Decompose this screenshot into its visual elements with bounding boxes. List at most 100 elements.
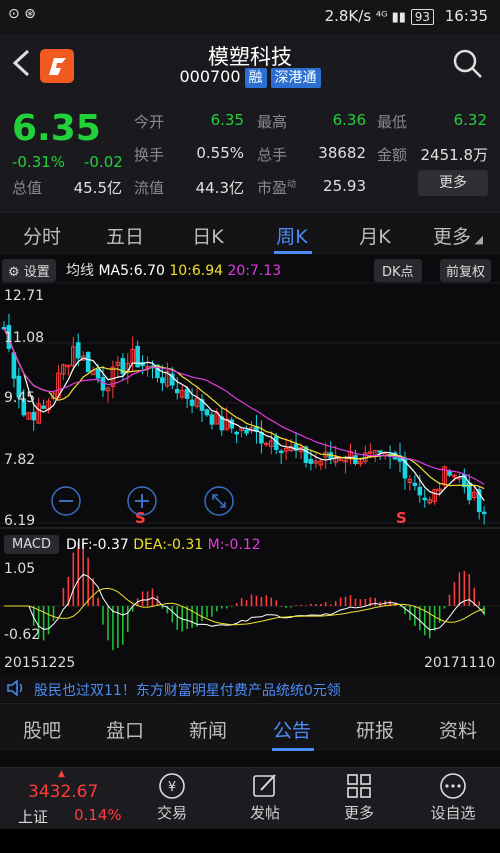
candle-body xyxy=(11,352,17,379)
pe-value: 25.93 xyxy=(323,177,366,195)
high-label: 最高 xyxy=(257,113,288,131)
y-label-3: 9.45 xyxy=(4,390,36,406)
change-pct: -0.31% xyxy=(12,153,66,171)
turnover-value: 0.55% xyxy=(196,144,244,162)
tab-announcements[interactable]: 公告 xyxy=(250,716,334,743)
up-arrow-icon: ▲ xyxy=(58,769,65,779)
chart-canvas[interactable] xyxy=(0,281,500,680)
candle-body xyxy=(95,369,101,379)
turnover-label: 换手 xyxy=(134,146,165,164)
settings-button[interactable]: ⚙ 设置 xyxy=(2,259,56,282)
tab-research[interactable]: 研报 xyxy=(333,716,417,743)
signal-icon: ⁴ᴳ ▮▮ xyxy=(375,10,406,25)
more-dots-icon xyxy=(440,773,466,799)
trade-button[interactable]: ¥ 交易 xyxy=(137,772,207,823)
tab-five-day[interactable]: 五日 xyxy=(83,222,167,249)
tab-profile[interactable]: 资料 xyxy=(416,716,500,743)
volume-label: 总手 xyxy=(257,146,288,164)
candle-body xyxy=(417,486,423,496)
change-value: -0.02 xyxy=(84,153,123,171)
candle-body xyxy=(174,388,180,394)
clock: 16:35 xyxy=(444,7,488,25)
tab-weekly-k[interactable]: 周K xyxy=(250,222,334,249)
tab-monthly-k[interactable]: 月K xyxy=(333,222,417,249)
y-label-top: 12.71 xyxy=(4,288,45,304)
candle-body xyxy=(85,351,91,373)
ma5-value: MA5:6.70 xyxy=(98,263,165,279)
macd-top-label: 1.05 xyxy=(4,561,36,577)
tab-forum[interactable]: 股吧 xyxy=(0,716,84,743)
candle-body xyxy=(100,377,106,391)
svg-text:¥: ¥ xyxy=(168,780,176,795)
ma10-value: 10:6.94 xyxy=(169,263,224,279)
info-tabs: 股吧 盘口 新闻 公告 研报 资料 xyxy=(0,703,500,751)
current-price: 6.35 xyxy=(12,108,101,149)
macd-button[interactable]: MACD xyxy=(4,535,59,554)
zoom-in-icon[interactable] xyxy=(126,485,158,521)
volume-value: 38682 xyxy=(318,144,366,162)
kline-chart: ⚙ 设置 均线 MA5:6.70 10:6.94 20:7.13 DK点 前复权… xyxy=(0,255,500,680)
open-label: 今开 xyxy=(134,113,165,131)
index-quote[interactable]: ▲ 3432.67 上证 0.14% xyxy=(0,768,122,830)
amount-value: 2451.8万 xyxy=(420,146,489,164)
index-value: 3432.67 xyxy=(28,782,99,802)
period-tabs: 分时 五日 日K 周K 月K 更多 ◢ xyxy=(0,212,500,254)
candle-body xyxy=(189,399,195,406)
gear-icon: ⚙ xyxy=(8,265,20,280)
high-value: 6.36 xyxy=(332,111,366,129)
candle-body xyxy=(259,432,264,444)
search-icon[interactable] xyxy=(452,48,484,84)
stock-code: 000700 xyxy=(179,67,241,86)
candle-body xyxy=(377,450,383,453)
fullscreen-icon[interactable] xyxy=(203,485,235,521)
open-value: 6.35 xyxy=(210,111,244,129)
candle-body xyxy=(209,414,215,425)
ticker-text[interactable]: 股民也过双11！东方财富明星付费产品统统0元领 xyxy=(34,680,341,700)
dk-point-button[interactable]: DK点 xyxy=(374,259,422,282)
ma-legend: 均线 MA5:6.70 10:6.94 20:7.13 xyxy=(66,263,282,279)
active-tab-indicator xyxy=(274,251,312,254)
ma20-value: 20:7.13 xyxy=(227,263,282,279)
dif-line xyxy=(4,573,485,631)
tab-intraday[interactable]: 分时 xyxy=(0,222,84,249)
tab-content xyxy=(0,751,500,767)
dea-value: DEA:-0.31 xyxy=(133,537,204,553)
float-cap-label: 流值 xyxy=(134,179,165,197)
market-cap-label: 总值 xyxy=(12,179,43,197)
y-label-bottom: 6.19 xyxy=(4,513,36,529)
caret-icon: ◢ xyxy=(471,233,483,246)
bottom-bar: ▲ 3432.67 上证 0.14% ¥ 交易 发帖 更多 设自选 xyxy=(0,767,500,829)
amount-label: 金额 xyxy=(377,146,408,164)
status-bar: ⊙ ⊛ 2.8K/s ⁴ᴳ ▮▮ 93 16:35 xyxy=(0,0,500,34)
low-label: 最低 xyxy=(377,113,408,131)
tab-more[interactable]: 更多 ◢ xyxy=(416,222,500,249)
post-button[interactable]: 发帖 xyxy=(230,772,300,823)
candle-body xyxy=(31,411,36,421)
date-start: 20151225 xyxy=(4,655,76,671)
speaker-icon xyxy=(6,679,26,701)
candle-body xyxy=(41,405,46,409)
adjust-button[interactable]: 前复权 xyxy=(440,259,492,282)
add-watchlist-button[interactable]: 设自选 xyxy=(418,772,488,823)
macd-bottom-label: -0.62 xyxy=(4,627,41,643)
sell-marker: S xyxy=(396,509,407,527)
macd-legend: DIF:-0.37 DEA:-0.31 M:-0.12 xyxy=(66,537,261,553)
candle-body xyxy=(204,409,210,416)
m-value: M:-0.12 xyxy=(207,537,261,553)
zoom-out-icon[interactable] xyxy=(50,485,82,521)
tab-news[interactable]: 新闻 xyxy=(166,716,250,743)
tab-order-book[interactable]: 盘口 xyxy=(83,716,167,743)
quote-panel: 6.35 -0.31% -0.02 总值 45.5亿 今开 6.35 最高 6.… xyxy=(0,104,500,212)
news-ticker[interactable]: 股民也过双11！东方财富明星付费产品统统0元领 xyxy=(0,676,500,702)
stock-code-row: 000700 融深港通 xyxy=(0,67,500,88)
candle-body xyxy=(422,497,428,501)
y-label-2: 11.08 xyxy=(4,330,45,346)
grid-icon xyxy=(347,774,371,798)
more-menu-button[interactable]: 更多 xyxy=(324,772,394,823)
tab-daily-k[interactable]: 日K xyxy=(166,222,250,249)
candle-body xyxy=(308,458,314,464)
candle-body xyxy=(184,388,190,399)
more-button[interactable]: 更多 xyxy=(418,170,488,196)
float-cap-value: 44.3亿 xyxy=(195,179,244,197)
index-name: 上证 xyxy=(18,808,49,826)
